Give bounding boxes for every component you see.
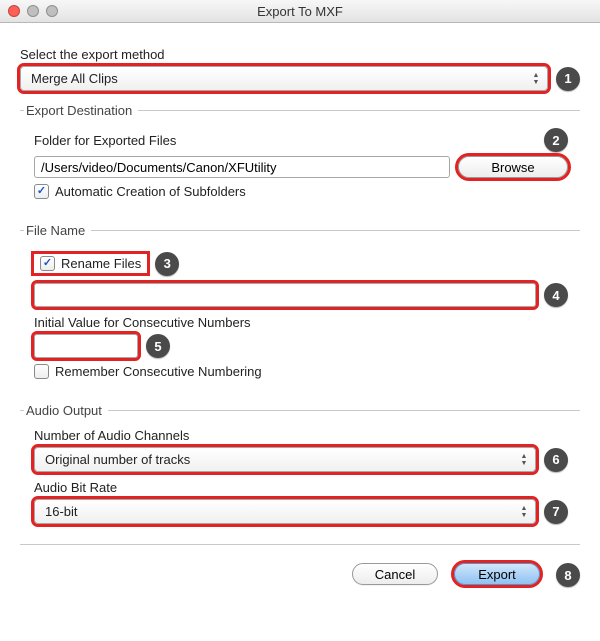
browse-button[interactable]: Browse [458, 156, 568, 178]
annotation-6: 6 [544, 448, 568, 472]
checkbox-icon: ✓ [40, 256, 55, 271]
audio-channels-label: Number of Audio Channels [34, 428, 568, 443]
export-method-select[interactable]: Merge All Clips ▲▼ [20, 66, 548, 91]
file-name-legend: File Name [24, 223, 91, 238]
annotation-8: 8 [556, 563, 580, 587]
titlebar: Export To MXF [0, 0, 600, 23]
initial-value-label: Initial Value for Consecutive Numbers [34, 315, 568, 330]
dialog-buttons: Cancel Export 8 [20, 563, 580, 587]
audio-bitrate-value: 16-bit [45, 504, 78, 519]
export-destination-group: Export Destination Folder for Exported F… [20, 103, 580, 211]
audio-output-legend: Audio Output [24, 403, 108, 418]
annotation-7: 7 [544, 500, 568, 524]
export-destination-legend: Export Destination [24, 103, 138, 118]
file-name-group: File Name ✓ Rename Files 3 4 Initial Val… [20, 223, 580, 391]
auto-subfolders-label: Automatic Creation of Subfolders [55, 184, 246, 199]
rename-files-checkbox[interactable]: ✓ Rename Files [34, 254, 147, 273]
checkbox-icon: ✓ [34, 364, 49, 379]
export-method-value: Merge All Clips [31, 71, 118, 86]
audio-bitrate-label: Audio Bit Rate [34, 480, 568, 495]
audio-channels-select[interactable]: Original number of tracks ▲▼ [34, 447, 536, 472]
annotation-3: 3 [155, 252, 179, 276]
rename-files-label: Rename Files [61, 256, 141, 271]
cancel-button[interactable]: Cancel [352, 563, 438, 585]
auto-subfolders-checkbox[interactable]: ✓ Automatic Creation of Subfolders [34, 184, 568, 199]
file-name-input[interactable] [34, 283, 536, 307]
annotation-1: 1 [556, 67, 580, 91]
separator [20, 544, 580, 545]
remember-numbering-checkbox[interactable]: ✓ Remember Consecutive Numbering [34, 364, 568, 379]
window-title: Export To MXF [0, 4, 600, 19]
folder-label: Folder for Exported Files [34, 133, 176, 148]
export-button[interactable]: Export [454, 563, 540, 585]
folder-path-input[interactable] [34, 156, 450, 178]
annotation-2: 2 [544, 128, 568, 152]
checkbox-icon: ✓ [34, 184, 49, 199]
dialog-body: Select the export method Merge All Clips… [0, 23, 600, 605]
remember-numbering-label: Remember Consecutive Numbering [55, 364, 262, 379]
export-method-label: Select the export method [20, 47, 580, 62]
initial-value-input[interactable] [34, 334, 138, 358]
audio-output-group: Audio Output Number of Audio Channels Or… [20, 403, 580, 530]
annotation-5: 5 [146, 334, 170, 358]
chevron-updown-icon: ▲▼ [517, 450, 531, 469]
chevron-updown-icon: ▲▼ [517, 502, 531, 521]
audio-channels-value: Original number of tracks [45, 452, 190, 467]
audio-bitrate-select[interactable]: 16-bit ▲▼ [34, 499, 536, 524]
chevron-updown-icon: ▲▼ [529, 69, 543, 88]
annotation-4: 4 [544, 283, 568, 307]
